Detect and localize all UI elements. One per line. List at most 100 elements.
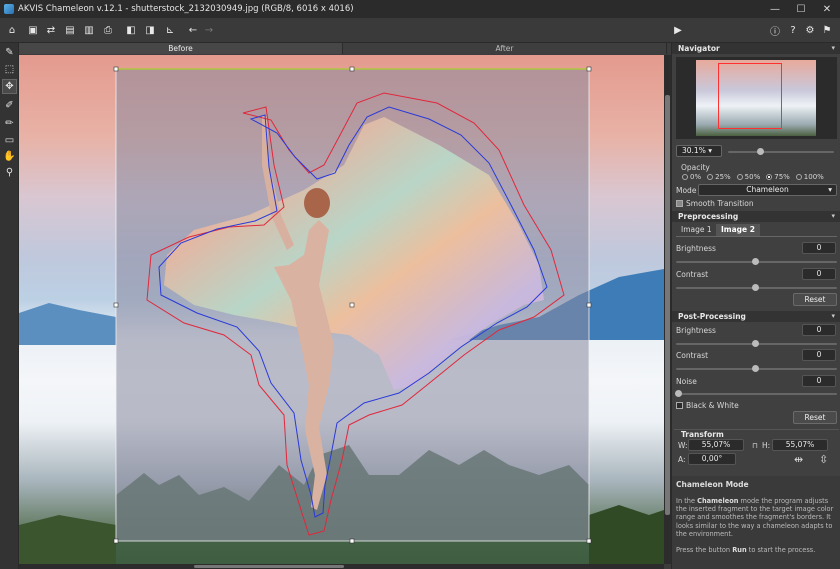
lasso-icon[interactable]: ⬚ [2, 62, 17, 77]
ruler-icon[interactable]: ⊾ [163, 23, 177, 37]
help-text-bold-1: Chameleon [697, 497, 739, 505]
redo-icon[interactable]: → [202, 23, 216, 37]
post-reset-button[interactable]: Reset [793, 411, 837, 424]
vertical-scroll-thumb[interactable] [665, 95, 670, 515]
info-icon[interactable]: ⓘ [768, 23, 782, 38]
pre-brightness-knob[interactable] [752, 258, 759, 265]
black-white-checkbox[interactable] [676, 402, 683, 409]
open-icon[interactable]: ▣ [26, 23, 40, 37]
navigator-header: Navigator ▾ [672, 43, 840, 54]
help-panel: Chameleon Mode In the Chameleon mode the… [672, 476, 840, 569]
transform-title: Transform [681, 430, 724, 439]
undo-icon[interactable]: ← [186, 23, 200, 37]
canvas-artwork [19, 66, 664, 564]
smooth-transition-label: Smooth Transition [686, 199, 754, 208]
angle-field[interactable]: 0,00° [688, 453, 736, 465]
keep-brush-icon[interactable]: ✐ [2, 98, 17, 113]
preprocessing-header[interactable]: Preprocessing ▾ [672, 211, 840, 222]
postprocessing-header[interactable]: Post-Processing ▾ [672, 311, 840, 322]
flip-horizontal-icon[interactable]: ⇹ [794, 453, 803, 466]
radio-icon[interactable] [766, 174, 773, 180]
close-button[interactable]: ✕ [814, 0, 840, 18]
settings-icon[interactable]: ⚙ [803, 23, 817, 37]
hand-icon[interactable]: ✋ [2, 149, 17, 164]
opacity-label: Opacity [681, 163, 710, 172]
horizontal-scrollbar[interactable] [19, 564, 664, 569]
height-label: H: [762, 441, 771, 450]
help-text-1: In the [676, 497, 698, 505]
mountain-left [19, 303, 116, 345]
radio-icon[interactable] [795, 174, 802, 180]
navigator-title: Navigator [678, 44, 720, 53]
opacity-option-100[interactable]: 100% [795, 173, 824, 181]
print-icon[interactable]: ⎙ [101, 23, 115, 37]
save-as-icon[interactable]: ▥ [82, 23, 96, 37]
mode-dropdown[interactable]: Chameleon ▾ [698, 184, 837, 196]
pre-brightness-label: Brightness [676, 244, 716, 253]
feedback-icon[interactable]: ⚑ [820, 23, 834, 37]
post-contrast-field[interactable]: 0 [802, 349, 836, 361]
noise-knob[interactable] [675, 390, 682, 397]
help-icon[interactable]: ? [786, 23, 800, 37]
minimize-button[interactable]: — [762, 0, 788, 18]
run-icon[interactable]: ▶ [671, 23, 685, 37]
noise-slider[interactable] [676, 393, 837, 395]
radio-icon[interactable] [682, 174, 688, 180]
radio-icon[interactable] [736, 174, 743, 180]
opacity-option-25[interactable]: 25% [707, 173, 731, 181]
app-window: AKVIS Chameleon v.12.1 - shutterstock_21… [0, 0, 840, 569]
preprocessing-title: Preprocessing [678, 212, 739, 221]
pre-reset-button[interactable]: Reset [793, 293, 837, 306]
smooth-transition-checkbox[interactable] [676, 200, 683, 207]
zoom-slider[interactable] [728, 151, 834, 153]
transform-icon[interactable]: ✥ [2, 79, 17, 94]
selection-brush-icon[interactable]: ✎ [2, 45, 17, 60]
noise-field[interactable]: 0 [802, 375, 836, 387]
post-brightness-field[interactable]: 0 [802, 324, 836, 336]
flip-vertical-icon[interactable]: ⇳ [819, 453, 828, 466]
pre-contrast-knob[interactable] [752, 284, 759, 291]
navigator-preview[interactable] [676, 57, 837, 139]
width-field[interactable]: 55,07% [688, 439, 744, 451]
post-brightness-knob[interactable] [752, 340, 759, 347]
home-icon[interactable]: ⌂ [5, 23, 19, 37]
zoom-icon[interactable]: ⚲ [2, 165, 17, 180]
tab-image-2[interactable]: Image 2 [716, 224, 760, 236]
post-contrast-knob[interactable] [752, 365, 759, 372]
plugin-icon[interactable]: ◨ [143, 23, 157, 37]
export-icon[interactable]: ◧ [124, 23, 138, 37]
image-canvas[interactable] [19, 55, 664, 564]
tab-image-1[interactable]: Image 1 [676, 224, 717, 236]
lock-icon[interactable]: ⊓ [752, 441, 758, 450]
height-field[interactable]: 55,07% [772, 439, 828, 451]
zoom-dropdown[interactable]: 30.1% ▾ [676, 145, 722, 157]
settings-panel: Navigator ▾ 30.1% ▾ Opacity 0% 25% 50% 75% 1… [671, 43, 840, 569]
horizontal-scroll-thumb[interactable] [194, 565, 344, 568]
tab-before[interactable]: Before [19, 43, 343, 54]
eraser-icon[interactable]: ▭ [2, 133, 17, 148]
window-title: AKVIS Chameleon v.12.1 - shutterstock_21… [18, 4, 354, 14]
zoom-slider-knob[interactable] [756, 148, 764, 155]
width-label: W: [678, 441, 688, 450]
erase-brush-icon[interactable]: ✏ [2, 116, 17, 131]
swap-icon[interactable]: ⇄ [44, 23, 58, 37]
maximize-button[interactable]: ☐ [788, 0, 814, 18]
post-brightness-label: Brightness [676, 326, 716, 335]
opacity-option-label: 0% [690, 173, 702, 181]
tab-after[interactable]: After [343, 43, 667, 54]
opacity-option-50[interactable]: 50% [736, 173, 760, 181]
radio-icon[interactable] [707, 174, 714, 180]
help-text: In the Chameleon mode the program adjust… [676, 497, 838, 554]
opacity-option-0[interactable]: 0% [682, 173, 701, 181]
pre-brightness-field[interactable]: 0 [802, 242, 836, 254]
opacity-option-label: 25% [715, 173, 731, 181]
help-text-3: Press the button [676, 546, 733, 555]
save-icon[interactable]: ▤ [63, 23, 77, 37]
angle-label: A: [678, 455, 686, 464]
navigator-viewport[interactable] [718, 63, 782, 129]
opacity-option-75[interactable]: 75% [766, 173, 790, 181]
main-toolbar: ⌂ ▣ ⇄ ▤ ▥ ⎙ ◧ ◨ ⊾ ← → ▶ ⓘ ? ⚙ ⚑ [0, 18, 840, 43]
pre-contrast-field[interactable]: 0 [802, 268, 836, 280]
collapse-icon[interactable]: ▾ [831, 43, 835, 54]
vertical-scrollbar[interactable] [664, 55, 671, 564]
